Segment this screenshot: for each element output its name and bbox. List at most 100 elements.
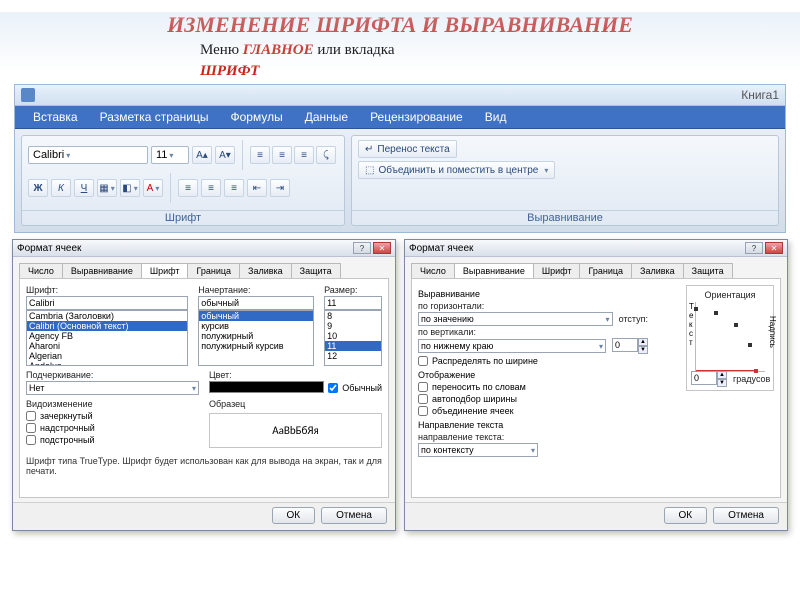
horiz-combo[interactable]: по значению (418, 312, 613, 326)
cancel-button[interactable]: Отмена (321, 507, 387, 524)
style-item[interactable]: курсив (199, 321, 313, 331)
tab-protect[interactable]: Защита (291, 263, 341, 278)
indent-value[interactable]: 0 (612, 338, 638, 352)
merge-center-button[interactable]: ⬚Объединить и поместить в центре (358, 161, 555, 179)
indent-inc-icon[interactable]: ⇥ (270, 179, 290, 197)
cb-shrink-input[interactable] (418, 394, 428, 404)
spinner-up-icon[interactable]: ▲ (717, 371, 727, 379)
italic-icon[interactable]: К (51, 179, 71, 197)
style-input[interactable]: обычный (198, 296, 314, 310)
align-mid-icon[interactable]: ≡ (272, 146, 292, 164)
tab-formulas[interactable]: Формулы (230, 110, 282, 124)
cancel-button[interactable]: Отмена (713, 507, 779, 524)
font-listbox[interactable]: Cambria (Заголовки) Calibri (Основной те… (26, 310, 188, 366)
size-listbox[interactable]: 8 9 10 11 12 (324, 310, 382, 366)
orientation-dial[interactable] (695, 302, 765, 372)
color-swatch[interactable] (209, 381, 324, 393)
size-item[interactable]: 10 (325, 331, 381, 341)
font-item[interactable]: Cambria (Заголовки) (27, 311, 187, 321)
lbl-textdir: направление текста: (418, 432, 648, 442)
font-name-combo[interactable]: Calibri (28, 146, 148, 164)
font-size-combo[interactable]: 11 (151, 146, 189, 164)
font-item[interactable]: Andalus (27, 361, 187, 366)
tab-protect[interactable]: Защита (683, 263, 733, 278)
cb-wrap-input[interactable] (418, 382, 428, 392)
font-item[interactable]: Agency FB (27, 331, 187, 341)
cb-sub[interactable]: подстрочный (26, 435, 199, 445)
spinner-up-icon[interactable]: ▲ (638, 338, 648, 346)
cb-wrap[interactable]: переносить по словам (418, 382, 648, 392)
tab-alignment-active[interactable]: Выравнивание (454, 263, 534, 278)
align-top-icon[interactable]: ≡ (250, 146, 270, 164)
spinner-down-icon[interactable]: ▼ (638, 346, 648, 354)
border-icon[interactable]: ▦ (97, 179, 117, 197)
font-item-selected[interactable]: Calibri (Основной текст) (27, 321, 187, 331)
tab-insert[interactable]: Вставка (33, 110, 78, 124)
style-item[interactable]: полужирный (199, 331, 313, 341)
tab-review[interactable]: Рецензирование (370, 110, 463, 124)
underline-icon[interactable]: Ч (74, 179, 94, 197)
tab-fill[interactable]: Заливка (631, 263, 684, 278)
decrease-font-icon[interactable]: A▾ (215, 146, 235, 164)
size-item-selected[interactable]: 11 (325, 341, 381, 351)
size-item[interactable]: 9 (325, 321, 381, 331)
help-icon[interactable]: ? (353, 242, 371, 254)
textdir-combo[interactable]: по контексту (418, 443, 538, 457)
bold-icon[interactable]: Ж (28, 179, 48, 197)
tab-pagelayout[interactable]: Разметка страницы (100, 110, 209, 124)
align-bot-icon[interactable]: ≡ (294, 146, 314, 164)
style-item-selected[interactable]: обычный (199, 311, 313, 321)
cb-merge[interactable]: объединение ячеек (418, 406, 648, 416)
font-color-icon[interactable]: A (143, 179, 163, 197)
style-listbox[interactable]: обычный курсив полужирный полужирный кур… (198, 310, 314, 366)
indent-dec-icon[interactable]: ⇤ (247, 179, 267, 197)
tab-number[interactable]: Число (19, 263, 63, 278)
underline-combo[interactable]: Нет (26, 381, 199, 395)
ok-button[interactable]: ОК (664, 507, 708, 524)
orientation-icon[interactable]: ⤹ (316, 146, 336, 164)
tab-fill[interactable]: Заливка (239, 263, 292, 278)
wrap-text-button[interactable]: ↵Перенос текста (358, 140, 457, 158)
cb-normal-font[interactable]: Обычный (328, 383, 382, 393)
degree-spinner[interactable]: 0 ▲▼ (691, 371, 727, 387)
font-item[interactable]: Aharoni (27, 341, 187, 351)
tab-view[interactable]: Вид (485, 110, 507, 124)
tab-alignment[interactable]: Выравнивание (62, 263, 142, 278)
size-input[interactable]: 11 (324, 296, 382, 310)
align-center-icon[interactable]: ≡ (201, 179, 221, 197)
indent-spinner[interactable]: 0 ▲▼ (612, 338, 648, 354)
degree-value[interactable]: 0 (691, 371, 717, 385)
help-icon[interactable]: ? (745, 242, 763, 254)
cb-super[interactable]: надстрочный (26, 423, 199, 433)
cb-super-input[interactable] (26, 423, 36, 433)
font-item[interactable]: Algerian (27, 351, 187, 361)
align-left-icon[interactable]: ≡ (178, 179, 198, 197)
tab-font[interactable]: Шрифт (533, 263, 581, 278)
close-icon[interactable]: ✕ (373, 242, 391, 254)
tab-border[interactable]: Граница (187, 263, 240, 278)
cb-distribute-input[interactable] (418, 356, 428, 366)
size-item[interactable]: 12 (325, 351, 381, 361)
cb-merge-input[interactable] (418, 406, 428, 416)
ok-button[interactable]: ОК (272, 507, 316, 524)
tab-number[interactable]: Число (411, 263, 455, 278)
tab-font-active[interactable]: Шрифт (141, 263, 189, 278)
tab-border[interactable]: Граница (579, 263, 632, 278)
vert-combo[interactable]: по нижнему краю (418, 339, 606, 353)
lbl-underline: Подчеркивание: (26, 370, 199, 380)
fill-color-icon[interactable]: ◧ (120, 179, 140, 197)
cb-sub-input[interactable] (26, 435, 36, 445)
cb-shrink[interactable]: автоподбор ширины (418, 394, 648, 404)
spinner-down-icon[interactable]: ▼ (717, 379, 727, 387)
close-icon[interactable]: ✕ (765, 242, 783, 254)
style-item[interactable]: полужирный курсив (199, 341, 313, 351)
cb-normal-input[interactable] (328, 383, 338, 393)
align-right-icon[interactable]: ≡ (224, 179, 244, 197)
tab-data[interactable]: Данные (305, 110, 348, 124)
increase-font-icon[interactable]: A▴ (192, 146, 212, 164)
font-input[interactable]: Calibri (26, 296, 188, 310)
cb-strike[interactable]: зачеркнутый (26, 411, 199, 421)
size-item[interactable]: 8 (325, 311, 381, 321)
cb-distribute[interactable]: Распределять по ширине (418, 356, 648, 366)
cb-strike-input[interactable] (26, 411, 36, 421)
